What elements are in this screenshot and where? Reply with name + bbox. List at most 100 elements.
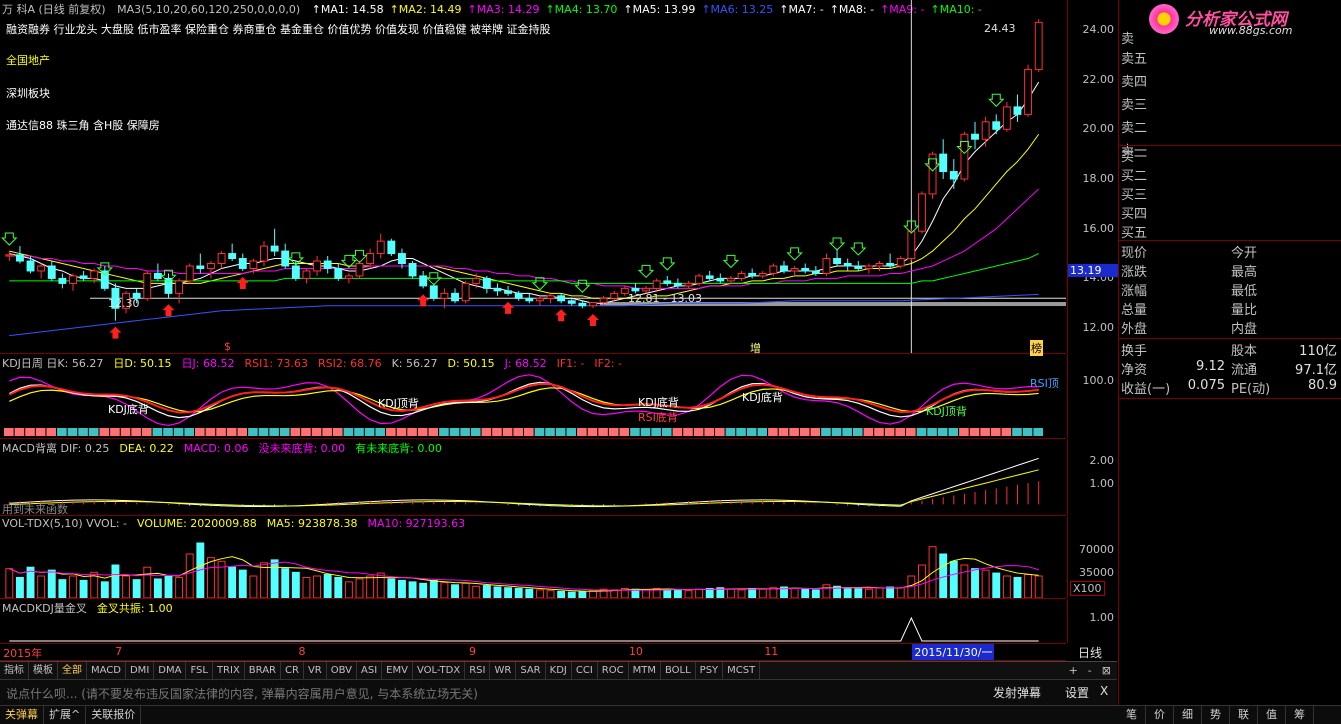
kdj-state-bar [67, 428, 78, 436]
tab-brar[interactable]: BRAR [245, 662, 281, 679]
kdj-state-bar [269, 428, 279, 436]
volume-bar [822, 584, 831, 598]
tab-mcst[interactable]: MCST [723, 662, 761, 679]
quote-tab[interactable]: 筹 [1286, 706, 1314, 724]
candle [918, 193, 926, 232]
candle [833, 258, 842, 265]
bottom-tab[interactable]: 关弹幕 [0, 706, 44, 724]
volume-bar [419, 582, 428, 598]
candle [684, 282, 693, 287]
tab-模板[interactable]: 模板 [29, 662, 58, 679]
quote-tab[interactable]: 势 [1202, 706, 1230, 724]
flower-logo-icon [1149, 4, 1179, 34]
volume-bar [143, 566, 152, 598]
macd-chart[interactable] [0, 439, 1066, 515]
tab-trix[interactable]: TRIX [213, 662, 245, 679]
kdj-state-bar [821, 428, 831, 436]
tab-asi[interactable]: ASI [357, 662, 383, 679]
indicator-tabs: + - ⊠ 指标 模板 全部 MACD DMI DMA FSL TRIX BRAR CR VR OBV AS… [0, 661, 1117, 679]
tab-kdj[interactable]: KDJ [546, 662, 572, 679]
volume-bar [546, 590, 555, 598]
kdj-axis: 100.0 [1067, 354, 1118, 438]
volume-bar [971, 568, 979, 598]
volume-bar [992, 572, 1001, 598]
bottom-tab[interactable]: 关联报价 [86, 706, 142, 724]
tab-wr[interactable]: WR [490, 662, 517, 679]
price-axis-tick: 24.00 [1082, 22, 1115, 36]
volume-bar [440, 582, 449, 598]
tab-vol-tdx[interactable]: VOL-TDX [413, 662, 466, 679]
kdj-state-bar [1001, 428, 1012, 436]
macdkdj-chart[interactable] [0, 599, 1066, 643]
buy-level: 买五 [1121, 226, 1148, 241]
candle [811, 270, 820, 274]
tab-obv[interactable]: OBV [327, 662, 357, 679]
tab-sar[interactable]: SAR [516, 662, 546, 679]
tab-mtm[interactable]: MTM [629, 662, 661, 679]
settings-button[interactable]: 设置 [1065, 684, 1089, 701]
tab-dmi[interactable]: DMI [126, 662, 155, 679]
quote-tab[interactable]: 价 [1146, 706, 1174, 724]
volume-bar [1013, 576, 1022, 598]
tab-control-button[interactable]: + [1069, 664, 1078, 677]
kdj-state-bar [195, 428, 205, 436]
volume-bar [567, 591, 576, 598]
tab-psy[interactable]: PSY [696, 662, 724, 679]
quote-tab[interactable]: 联 [1230, 706, 1258, 724]
tab-cci[interactable]: CCI [572, 662, 598, 679]
rsi-top-signal: RSI顶 [1030, 377, 1059, 390]
volume-bar [875, 587, 884, 598]
tab-control-button[interactable]: - [1088, 664, 1092, 677]
finance-divider-bottom [1119, 398, 1341, 399]
tab-rsi[interactable]: RSI [465, 662, 491, 679]
volume-bar [493, 586, 502, 598]
stat-label: 量比 [1231, 303, 1258, 318]
period-label[interactable]: 日线 [1078, 644, 1102, 661]
candle [58, 277, 67, 284]
logo-url: www.88gs.com [1209, 24, 1293, 37]
send-danmaku-button[interactable]: 发射弹幕 [993, 684, 1041, 701]
volume-bar [270, 559, 279, 598]
volume-bar [175, 576, 184, 598]
volume-bar [387, 578, 396, 598]
candle [217, 253, 226, 265]
quote-tab[interactable]: 值 [1258, 706, 1286, 724]
candle [599, 297, 608, 304]
tab-指标[interactable]: 指标 [0, 662, 29, 679]
tab-macd[interactable]: MACD [87, 662, 126, 679]
volume-bar [122, 575, 130, 598]
tab-vr[interactable]: VR [304, 662, 327, 679]
tab-cr[interactable]: CR [281, 662, 304, 679]
candle [822, 258, 831, 274]
candle [907, 230, 916, 260]
buy-signal-arrow [586, 314, 599, 327]
kdj-state-bar [884, 428, 895, 436]
candle [1013, 106, 1022, 115]
tab-roc[interactable]: ROC [598, 662, 629, 679]
volume-chart[interactable] [0, 516, 1066, 598]
kdj-panel: KDJ日周 日K: 56.27 日D: 50.15 日J: 68.52 RSI1: 7… [0, 354, 1066, 439]
dea-line [9, 469, 1039, 507]
tab-emv[interactable]: EMV [382, 662, 413, 679]
kdj-chart[interactable] [0, 354, 1066, 438]
tab-全部[interactable]: 全部 [58, 662, 87, 679]
quote-tab[interactable]: 细 [1174, 706, 1202, 724]
candle [971, 133, 979, 140]
candle [429, 285, 438, 299]
tab-fsl[interactable]: FSL [186, 662, 213, 679]
comment-input[interactable]: 说点什么呗... (请不要发布违反国家法律的内容, 弹幕内容属用户意见, 与本系… [6, 685, 478, 702]
tab-boll[interactable]: BOLL [661, 662, 696, 679]
close-comment-button[interactable]: X [1100, 684, 1108, 698]
candle [652, 280, 661, 289]
ma-line-ma3 [9, 188, 1040, 289]
tab-dma[interactable]: DMA [154, 662, 187, 679]
price-chart[interactable] [0, 0, 1066, 353]
quote-tab[interactable]: 笔 [1118, 706, 1146, 724]
price-axis-tick: 18.00 [1082, 171, 1115, 185]
candle [939, 153, 948, 173]
kdj-state-bar [746, 428, 757, 436]
tab-control-button[interactable]: ⊠ [1102, 664, 1111, 677]
bottom-tab[interactable]: 扩展^ [44, 706, 87, 724]
candle [949, 171, 958, 180]
candle [864, 265, 873, 269]
